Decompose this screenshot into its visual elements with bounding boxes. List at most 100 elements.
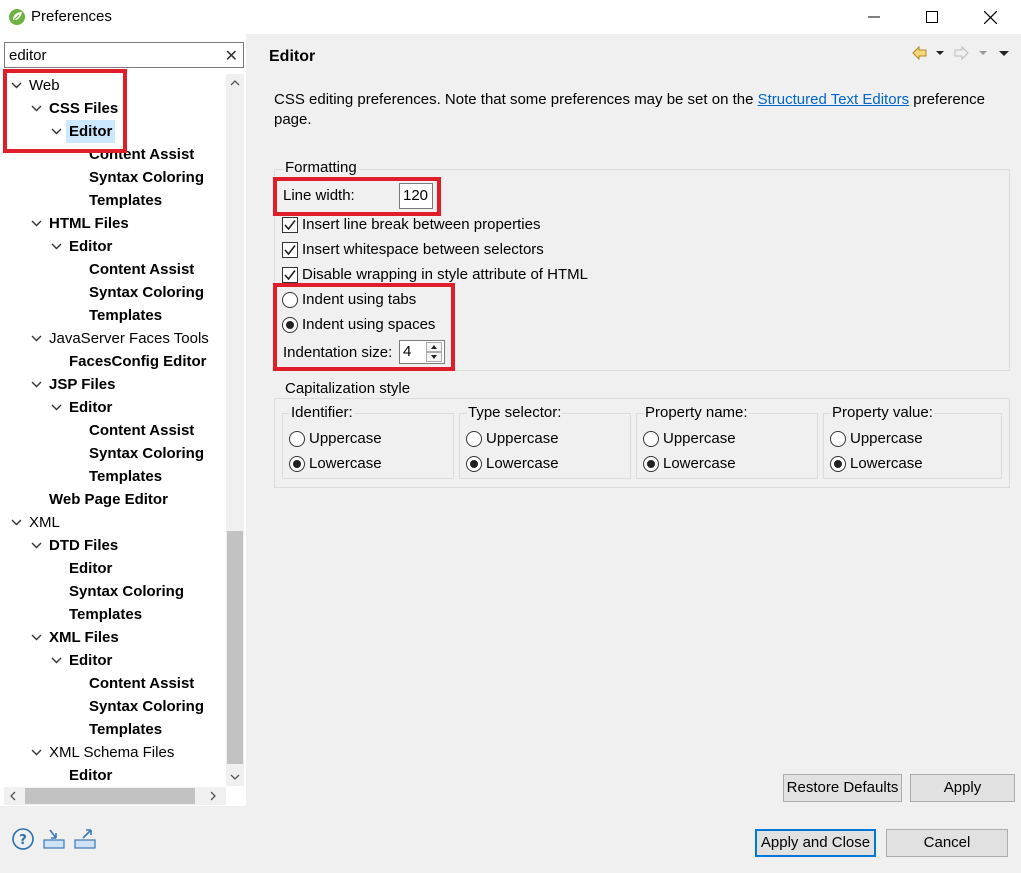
tree-item[interactable]: Content Assist: [0, 258, 226, 281]
tree-item[interactable]: Content Assist: [0, 672, 226, 695]
uppercase-label: Uppercase: [850, 430, 923, 447]
tree-item-label: Content Assist: [89, 422, 195, 439]
view-menu-icon[interactable]: [999, 51, 1009, 56]
lowercase-radio[interactable]: [643, 456, 659, 472]
sash[interactable]: [246, 34, 256, 806]
chevron-down-icon[interactable]: [30, 741, 44, 764]
filter-value[interactable]: editor: [9, 47, 47, 64]
tree-item[interactable]: Editor: [0, 764, 226, 786]
tree-item[interactable]: XML: [0, 511, 226, 534]
chevron-down-icon[interactable]: [30, 626, 44, 649]
tree-item-label: HTML Files: [49, 215, 129, 232]
tree-vertical-scrollbar[interactable]: [226, 74, 244, 786]
tree-item[interactable]: Content Assist: [0, 419, 226, 442]
uppercase-radio[interactable]: [830, 431, 846, 447]
chevron-down-icon[interactable]: [50, 396, 64, 419]
tree-item-label: JavaServer Faces Tools: [49, 330, 209, 347]
cancel-button[interactable]: Cancel: [886, 829, 1008, 857]
tree-item[interactable]: Templates: [0, 304, 226, 327]
tree-item[interactable]: Editor: [0, 557, 226, 580]
tree-item-label: DTD Files: [49, 537, 119, 554]
formatting-legend: Formatting: [283, 159, 359, 176]
tree-item[interactable]: Templates: [0, 718, 226, 741]
tree-item-label: Syntax Coloring: [89, 698, 205, 715]
close-button[interactable]: [961, 0, 1019, 34]
apply-and-close-button[interactable]: Apply and Close: [755, 829, 876, 857]
clear-icon[interactable]: ✕: [225, 46, 238, 66]
tree-item[interactable]: XML Schema Files: [0, 741, 226, 764]
forward-arrow-icon[interactable]: [954, 45, 969, 61]
tree-item[interactable]: Syntax Coloring: [0, 580, 226, 603]
uppercase-label: Uppercase: [309, 430, 382, 447]
tree-item[interactable]: JSP Files: [0, 373, 226, 396]
help-icon[interactable]: ?: [11, 826, 37, 852]
tree-item[interactable]: Syntax Coloring: [0, 281, 226, 304]
chevron-down-icon[interactable]: [30, 212, 44, 235]
chevron-down-icon[interactable]: [30, 327, 44, 350]
tree-item[interactable]: Syntax Coloring: [0, 695, 226, 718]
whitespace-checkbox[interactable]: [282, 242, 298, 258]
description-text: CSS editing preferences. Note that some …: [274, 91, 758, 108]
uppercase-label: Uppercase: [663, 430, 736, 447]
tree-item[interactable]: Syntax Coloring: [0, 166, 226, 189]
uppercase-radio[interactable]: [643, 431, 659, 447]
tree-item[interactable]: Templates: [0, 465, 226, 488]
apply-button[interactable]: Apply: [910, 774, 1015, 802]
back-arrow-icon[interactable]: [912, 45, 927, 61]
vertical-scroll-thumb[interactable]: [227, 531, 243, 764]
chevron-down-icon[interactable]: [50, 649, 64, 672]
uppercase-radio[interactable]: [466, 431, 482, 447]
structured-text-editors-link[interactable]: Structured Text Editors: [758, 91, 909, 108]
scroll-up-icon[interactable]: [226, 74, 244, 92]
navigation-icons: [912, 45, 1012, 65]
scroll-right-icon[interactable]: [204, 787, 222, 805]
tree-item[interactable]: Syntax Coloring: [0, 442, 226, 465]
tree-item[interactable]: FacesConfig Editor: [0, 350, 226, 373]
lowercase-radio[interactable]: [466, 456, 482, 472]
export-icon[interactable]: [73, 826, 99, 852]
lowercase-radio[interactable]: [289, 456, 305, 472]
forward-menu-icon[interactable]: [979, 51, 987, 55]
tree-item[interactable]: Editor: [0, 235, 226, 258]
tree-item[interactable]: DTD Files: [0, 534, 226, 557]
tree-item[interactable]: Editor: [0, 396, 226, 419]
tree-item[interactable]: Editor: [0, 649, 226, 672]
tree-item-label: Editor: [69, 238, 113, 255]
disable-wrapping-checkbox[interactable]: [282, 267, 298, 283]
chevron-down-icon[interactable]: [10, 511, 24, 534]
tree-item[interactable]: XML Files: [0, 626, 226, 649]
import-icon[interactable]: [42, 826, 68, 852]
scroll-left-icon[interactable]: [4, 787, 22, 805]
tree-item[interactable]: Web Page Editor: [0, 488, 226, 511]
chevron-down-icon[interactable]: [30, 534, 44, 557]
window-title: Preferences: [31, 8, 112, 25]
tree-horizontal-scrollbar[interactable]: [4, 787, 226, 805]
scroll-down-icon[interactable]: [226, 768, 244, 786]
cap-subgroup-title: Identifier:: [290, 404, 354, 421]
lowercase-label: Lowercase: [309, 455, 382, 472]
restore-defaults-button[interactable]: Restore Defaults: [783, 774, 902, 802]
maximize-button[interactable]: [903, 0, 961, 34]
tree-item-label: Editor: [69, 399, 113, 416]
chevron-down-icon[interactable]: [50, 235, 64, 258]
chevron-down-icon[interactable]: [30, 373, 44, 396]
tree-item[interactable]: JavaServer Faces Tools: [0, 327, 226, 350]
tree-item-label: Editor: [69, 560, 113, 577]
tree-item[interactable]: Templates: [0, 603, 226, 626]
tree-item-label: XML Files: [49, 629, 119, 646]
back-menu-icon[interactable]: [936, 51, 944, 55]
page-title: Editor: [269, 48, 316, 65]
minimize-button[interactable]: [845, 0, 903, 34]
checkmark-icon: [284, 220, 296, 231]
filter-input[interactable]: editor ✕: [4, 42, 244, 68]
page-header: Editor: [256, 34, 1021, 74]
page-description: CSS editing preferences. Note that some …: [274, 90, 1014, 130]
tree-item[interactable]: Templates: [0, 189, 226, 212]
cap-subgroup-title: Property name:: [644, 404, 749, 421]
uppercase-radio[interactable]: [289, 431, 305, 447]
cap-subgroup-title: Property value:: [831, 404, 934, 421]
tree-item[interactable]: HTML Files: [0, 212, 226, 235]
lowercase-radio[interactable]: [830, 456, 846, 472]
line-break-checkbox[interactable]: [282, 217, 298, 233]
horizontal-scroll-thumb[interactable]: [25, 788, 195, 804]
